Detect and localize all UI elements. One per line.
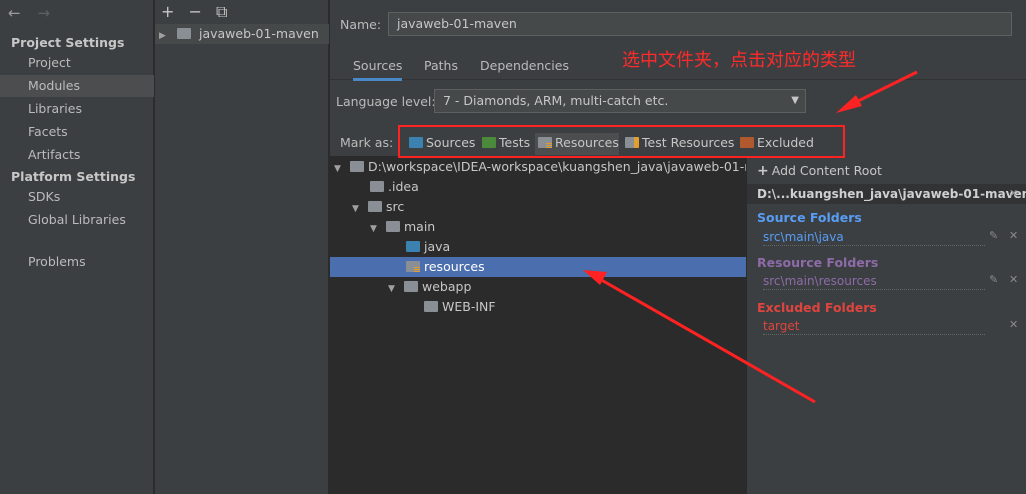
chevron-down-icon: ▼ bbox=[791, 95, 799, 106]
module-folder-icon bbox=[176, 28, 191, 39]
add-icon[interactable]: + bbox=[161, 2, 174, 21]
tree-row-label: main bbox=[404, 219, 436, 234]
close-icon[interactable]: ✕ bbox=[1009, 187, 1018, 200]
module-item-label: javaweb-01-maven bbox=[198, 26, 319, 41]
module-name-input[interactable]: javaweb-01-maven bbox=[388, 12, 1012, 36]
tree-row-web-inf[interactable]: WEB-INF bbox=[330, 297, 746, 317]
add-content-root-label: Add Content Root bbox=[771, 163, 882, 178]
resources-folder-icon bbox=[406, 261, 420, 272]
source-folder-item[interactable]: src\main\java bbox=[763, 230, 985, 246]
nav-item-sdks[interactable]: SDKs bbox=[0, 186, 154, 208]
language-level-select[interactable]: 7 - Diamonds, ARM, multi-catch etc. ▼ bbox=[434, 89, 806, 113]
module-item[interactable]: ▶ javaweb-01-maven bbox=[155, 24, 329, 44]
module-settings: Name: javaweb-01-maven Sources Paths Dep… bbox=[330, 0, 1026, 494]
tree-row-java[interactable]: java bbox=[330, 237, 746, 257]
project-settings-title: Project Settings bbox=[11, 35, 125, 50]
mark-as-label: Mark as: bbox=[340, 135, 394, 150]
edit-icon[interactable]: ✎ bbox=[989, 229, 998, 242]
forward-arrow-icon[interactable]: → bbox=[37, 4, 50, 22]
tree-row-label: java bbox=[424, 239, 451, 254]
nav-item-artifacts[interactable]: Artifacts bbox=[0, 144, 154, 166]
tree-row-main[interactable]: ▼ main bbox=[330, 217, 746, 237]
tree-row-label: .idea bbox=[388, 179, 419, 194]
tree-row-root[interactable]: ▼ D:\workspace\IDEA-workspace\kuangshen_j… bbox=[330, 157, 746, 177]
folder-icon bbox=[404, 281, 418, 292]
highlight-box bbox=[398, 125, 845, 158]
expand-arrow-icon[interactable]: ▶ bbox=[159, 26, 173, 46]
platform-settings-title: Platform Settings bbox=[11, 169, 136, 184]
tree-row-src[interactable]: ▼ src bbox=[330, 197, 746, 217]
source-folder-icon bbox=[406, 241, 420, 252]
language-level-label: Language level: bbox=[336, 94, 436, 109]
folder-icon bbox=[370, 181, 384, 192]
close-icon[interactable]: ✕ bbox=[1009, 273, 1018, 286]
tree-row-label: resources bbox=[424, 259, 485, 274]
plus-icon: + bbox=[757, 163, 769, 179]
tab-sources[interactable]: Sources bbox=[353, 58, 403, 81]
back-arrow-icon[interactable]: ← bbox=[8, 4, 21, 22]
excluded-folder-item[interactable]: target bbox=[763, 319, 985, 335]
tree-row-label: D:\workspace\IDEA-workspace\kuangshen_ja… bbox=[368, 159, 746, 174]
collapse-arrow-icon[interactable]: ▼ bbox=[352, 199, 368, 217]
annotation-note: 选中文件夹，点击对应的类型 bbox=[622, 50, 856, 71]
nav-item-modules[interactable]: Modules bbox=[0, 75, 154, 97]
folder-icon bbox=[368, 201, 382, 212]
nav-item-global-libraries[interactable]: Global Libraries bbox=[0, 209, 154, 231]
content-root-panel: + Add Content Root D:\...kuangshen_java\j… bbox=[746, 156, 1026, 494]
collapse-arrow-icon[interactable]: ▼ bbox=[334, 159, 350, 177]
resource-folders-title: Resource Folders bbox=[757, 255, 879, 270]
copy-icon[interactable]: ⧉ bbox=[216, 2, 227, 21]
settings-nav: ← → Project Settings Project Modules Lib… bbox=[0, 0, 154, 494]
folder-icon bbox=[386, 221, 400, 232]
tree-row-idea[interactable]: .idea bbox=[330, 177, 746, 197]
tree-row-label: WEB-INF bbox=[442, 299, 496, 314]
content-root-tree: ▼ D:\workspace\IDEA-workspace\kuangshen_j… bbox=[330, 156, 746, 494]
close-icon[interactable]: ✕ bbox=[1009, 229, 1018, 242]
collapse-arrow-icon[interactable]: ▼ bbox=[388, 279, 404, 297]
nav-item-libraries[interactable]: Libraries bbox=[0, 98, 154, 120]
excluded-folders-title: Excluded Folders bbox=[757, 300, 877, 315]
tab-dependencies[interactable]: Dependencies bbox=[480, 58, 569, 73]
tab-paths[interactable]: Paths bbox=[424, 58, 458, 73]
add-content-root-button[interactable]: + Add Content Root bbox=[757, 163, 882, 179]
nav-item-problems[interactable]: Problems bbox=[0, 251, 154, 273]
nav-item-project[interactable]: Project bbox=[0, 52, 154, 74]
edit-icon[interactable]: ✎ bbox=[989, 273, 998, 286]
collapse-arrow-icon[interactable]: ▼ bbox=[370, 219, 386, 237]
tree-row-label: src bbox=[386, 199, 405, 214]
tree-row-webapp[interactable]: ▼ webapp bbox=[330, 277, 746, 297]
history-nav: ← → bbox=[8, 4, 62, 22]
folder-icon bbox=[424, 301, 438, 312]
name-label: Name: bbox=[340, 17, 382, 32]
resource-folder-item[interactable]: src\main\resources bbox=[763, 274, 985, 290]
close-icon[interactable]: ✕ bbox=[1009, 318, 1018, 331]
nav-item-facets[interactable]: Facets bbox=[0, 121, 154, 143]
tree-row-resources[interactable]: resources bbox=[330, 257, 746, 277]
folder-icon bbox=[350, 161, 364, 172]
module-list-panel: + − ⧉ ▶ javaweb-01-maven bbox=[155, 0, 329, 494]
remove-icon[interactable]: − bbox=[189, 2, 202, 21]
language-level-value: 7 - Diamonds, ARM, multi-catch etc. bbox=[443, 93, 669, 108]
content-root-path: D:\...kuangshen_java\javaweb-01-maven bbox=[747, 184, 1026, 204]
content-root-path-label: D:\...kuangshen_java\javaweb-01-maven bbox=[757, 187, 1026, 201]
module-toolbar: + − ⧉ bbox=[161, 2, 236, 22]
tree-row-label: webapp bbox=[422, 279, 472, 294]
source-folders-title: Source Folders bbox=[757, 210, 862, 225]
